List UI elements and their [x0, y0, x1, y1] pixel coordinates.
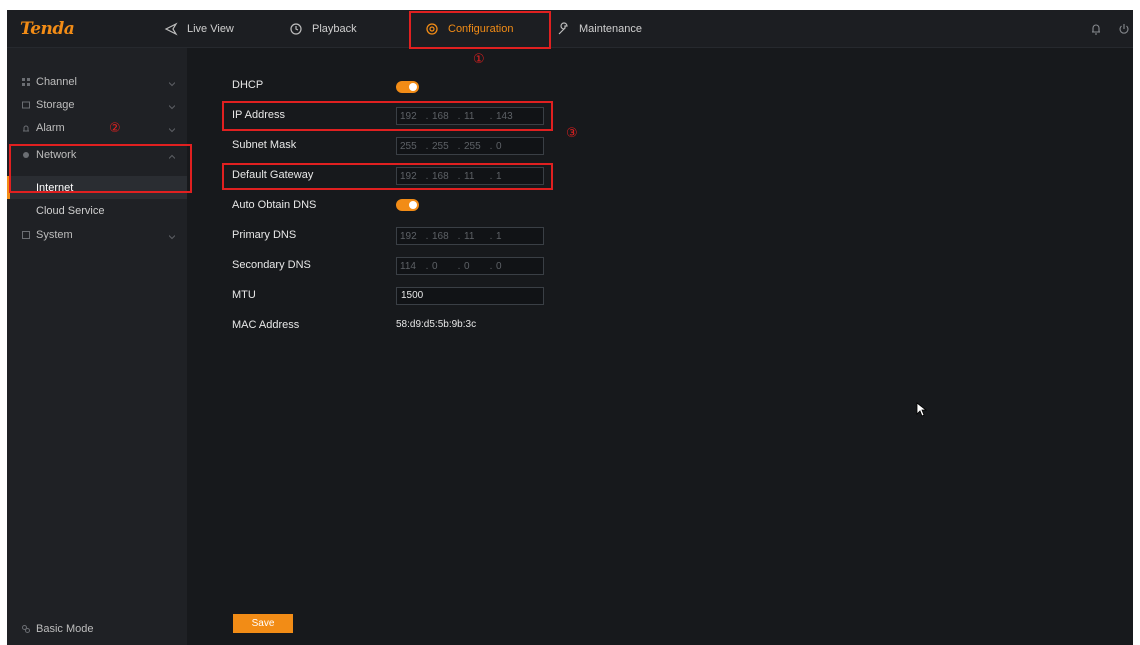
- basic-mode-icon: [21, 624, 31, 634]
- mac-address-label: MAC Address: [232, 319, 300, 331]
- nav-live-view-label: Live View: [187, 23, 234, 35]
- mac-address-value: 58:d9:d5:5b:9b:3c: [396, 319, 477, 330]
- chevron-down-icon: [168, 231, 176, 240]
- grid-icon: [21, 77, 31, 87]
- ip-octet: 11: [464, 110, 475, 122]
- ip-octet: 192: [400, 170, 417, 182]
- ip-octet: 0: [432, 260, 438, 272]
- nav-live-view[interactable]: Live View: [164, 10, 234, 48]
- nav-maintenance[interactable]: Maintenance: [556, 10, 642, 48]
- top-nav-bar: Tenda Live View Playback Configuration M…: [7, 10, 1133, 48]
- annotation-marker-3: ③: [566, 126, 578, 141]
- nav-maintenance-label: Maintenance: [579, 23, 642, 35]
- primary-dns-field[interactable]: 192. 168. 11. 1: [396, 227, 544, 245]
- nav-configuration-label: Configuration: [448, 23, 514, 35]
- auto-dns-toggle[interactable]: [396, 199, 419, 211]
- ip-octet: 192: [400, 230, 417, 242]
- sidebar-item-storage[interactable]: Storage: [7, 93, 187, 116]
- sidebar-item-channel[interactable]: Channel: [7, 70, 187, 93]
- mtu-input[interactable]: 1500: [396, 287, 544, 305]
- mouse-cursor-icon: [916, 402, 928, 417]
- storage-icon: [21, 100, 31, 110]
- ip-octet: 255: [400, 140, 417, 152]
- power-icon[interactable]: [1117, 22, 1131, 36]
- ip-octet: 168: [432, 110, 449, 122]
- app-window: Tenda Live View Playback Configuration M…: [7, 10, 1133, 645]
- nav-playback-label: Playback: [312, 23, 357, 35]
- sidebar-item-label: Network: [36, 148, 77, 161]
- sidebar-item-system[interactable]: System: [7, 223, 187, 246]
- basic-mode-label: Basic Mode: [36, 622, 94, 635]
- basic-mode-button[interactable]: Basic Mode: [7, 617, 187, 640]
- secondary-dns-field[interactable]: 114. 0. 0. 0: [396, 257, 544, 275]
- nav-configuration[interactable]: Configuration: [425, 10, 513, 48]
- annotation-marker-1: ①: [473, 52, 485, 67]
- ip-address-label: IP Address: [232, 109, 285, 121]
- ip-octet: 0: [496, 260, 502, 272]
- mtu-label: MTU: [232, 289, 256, 301]
- subnet-mask-label: Subnet Mask: [232, 139, 297, 151]
- sidebar-item-label: System: [36, 228, 73, 241]
- ip-octet: 143: [496, 110, 513, 122]
- configuration-icon: [425, 22, 439, 36]
- ip-octet: 192: [400, 110, 417, 122]
- system-icon: [21, 230, 31, 240]
- network-icon: [21, 150, 31, 160]
- annotation-marker-2: ②: [109, 121, 121, 136]
- live-view-icon: [164, 22, 178, 36]
- ip-octet: 114: [400, 260, 416, 272]
- primary-dns-label: Primary DNS: [232, 229, 297, 241]
- nav-playback[interactable]: Playback: [289, 10, 357, 48]
- chevron-down-icon: [168, 78, 176, 87]
- chevron-down-icon: [168, 101, 176, 110]
- brand-logo: Tenda: [20, 19, 75, 39]
- auto-dns-label: Auto Obtain DNS: [232, 199, 317, 211]
- ip-octet: 255: [464, 140, 481, 152]
- secondary-dns-label: Secondary DNS: [232, 259, 311, 271]
- chevron-down-icon: [168, 124, 176, 133]
- dhcp-toggle[interactable]: [396, 81, 419, 93]
- sidebar-item-label: Channel: [36, 75, 77, 88]
- sidebar-item-alarm[interactable]: Alarm: [7, 116, 187, 139]
- sidebar-item-cloud-service[interactable]: Cloud Service: [7, 199, 187, 222]
- ip-octet: 11: [464, 170, 475, 182]
- playback-icon: [289, 22, 303, 36]
- sidebar: Channel Storage Alarm Network Internet C…: [7, 48, 187, 645]
- ip-octet: 1: [496, 170, 502, 182]
- ip-octet: 1: [496, 230, 502, 242]
- sidebar-item-label: Alarm: [36, 121, 65, 134]
- ip-octet: 255: [432, 140, 449, 152]
- default-gateway-label: Default Gateway: [232, 169, 314, 181]
- ip-octet: 11: [464, 230, 475, 242]
- sidebar-item-label: Internet: [36, 181, 74, 194]
- ip-address-field[interactable]: 192. 168. 11. 143: [396, 107, 544, 125]
- subnet-mask-field[interactable]: 255. 255. 255. 0: [396, 137, 544, 155]
- bell-icon[interactable]: [1089, 22, 1103, 36]
- ip-octet: 168: [432, 230, 449, 242]
- sidebar-item-network[interactable]: Network: [7, 143, 187, 166]
- default-gateway-field[interactable]: 192. 168. 11. 1: [396, 167, 544, 185]
- sidebar-item-internet[interactable]: Internet: [7, 176, 187, 199]
- alarm-icon: [21, 123, 31, 133]
- ip-octet: 168: [432, 170, 449, 182]
- dhcp-label: DHCP: [232, 79, 264, 91]
- save-button[interactable]: Save: [233, 614, 293, 633]
- chevron-up-icon: [168, 151, 176, 159]
- ip-octet: 0: [464, 260, 470, 272]
- sidebar-item-label: Cloud Service: [36, 204, 105, 217]
- sidebar-item-label: Storage: [36, 98, 75, 111]
- wrench-icon: [556, 22, 570, 36]
- ip-octet: 0: [496, 140, 502, 152]
